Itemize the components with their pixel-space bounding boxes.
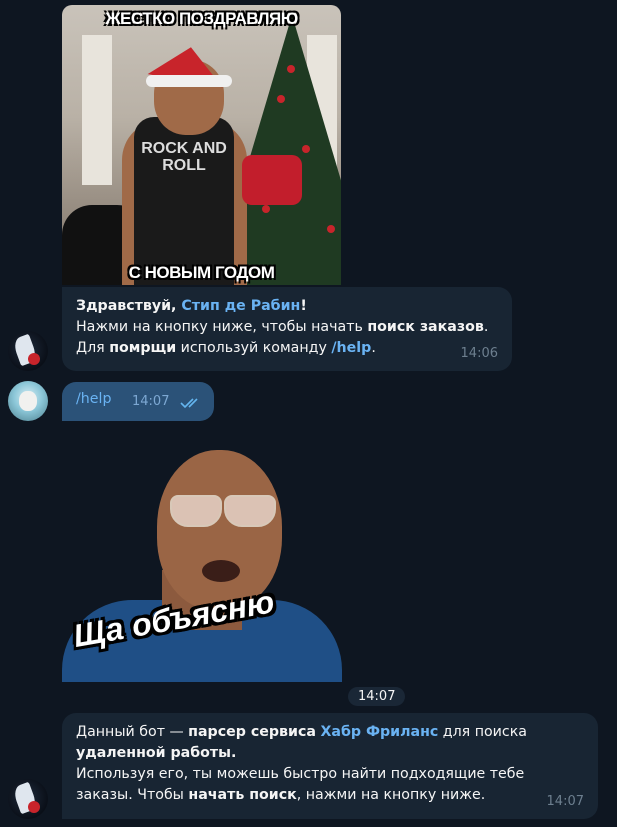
text-fragment: . (371, 340, 376, 356)
sunglasses (170, 495, 222, 527)
text-fragment: Для (76, 340, 110, 356)
avatar-graphic (28, 353, 40, 365)
message-time: 14:07 (546, 794, 584, 809)
bot-message-greeting[interactable]: Здравствуй, Стип де Рабин! Нажми на кноп… (62, 287, 512, 371)
bold-text: начать поиск (188, 787, 297, 803)
meme-caption-bottom: С НОВЫМ ГОДОМ (128, 263, 275, 282)
message-time: 14:07 (132, 394, 170, 409)
habr-freelance-link[interactable]: Хабр Фриланс (320, 724, 438, 740)
gift-wrap (242, 155, 302, 205)
double-check-icon (180, 398, 198, 409)
text-fragment: заказы. Чтобы (76, 787, 189, 803)
message-time: 14:06 (460, 346, 498, 361)
text-fragment: . (483, 319, 489, 335)
meme-caption-top: ЖЕСТКО ПОЗДРАВЛЯЮ (105, 9, 298, 28)
ornament (277, 95, 285, 103)
bot-avatar[interactable] (8, 779, 48, 819)
window-decoration (82, 35, 112, 185)
message-text: Здравствуй, Стип де Рабин! Нажми на кноп… (76, 296, 516, 359)
message-text[interactable]: /help (76, 391, 111, 407)
sunglasses (224, 495, 276, 527)
avatar-graphic (28, 801, 40, 813)
outgoing-message-help[interactable]: /help 14:07 (62, 382, 214, 421)
greeting-text: Здравствуй, (76, 298, 182, 314)
avatar-graphic (19, 391, 37, 411)
bold-text: удаленной работы. (76, 745, 237, 761)
ornament (287, 65, 295, 73)
message-text: Данный бот — парсер сервиса Хабр Фриланс… (76, 722, 592, 806)
help-command-link[interactable]: /help (331, 340, 371, 356)
ornament (327, 225, 335, 233)
user-mention-link[interactable]: Стип де Рабин (181, 298, 300, 314)
text-fragment: Используя его, ты можешь быстро найти по… (76, 766, 525, 782)
sticker-time: 14:07 (348, 687, 406, 706)
bold-text: парсер сервиса (188, 724, 316, 740)
ornament (302, 145, 310, 153)
bold-text: поиск заказов (367, 319, 484, 335)
bot-message-description[interactable]: Данный бот — парсер сервиса Хабр Фриланс… (62, 713, 598, 819)
shirt-text: ROCK AND ROLL (141, 140, 227, 174)
text-fragment: , нажми на кнопку ниже. (296, 787, 486, 803)
greeting-exclamation: ! (300, 298, 307, 314)
text-fragment: используй команду (176, 340, 332, 356)
meme-photo[interactable]: ROCK AND ROLL ЖЕСТКО ПОЗДРАВЛЯЮ С НОВЫМ … (62, 5, 341, 285)
sticker[interactable]: Ща объясню (62, 450, 342, 682)
user-avatar[interactable] (8, 381, 48, 421)
bot-avatar[interactable] (8, 331, 48, 371)
bold-text: помрщи (109, 340, 177, 356)
text-fragment: для поиска (438, 724, 527, 740)
text-fragment: Нажми на кнопку ниже, чтобы начать (76, 319, 368, 335)
santa-hat-brim (146, 75, 232, 87)
sticker-mouth (202, 560, 240, 582)
ornament (262, 205, 270, 213)
text-fragment: Данный бот — (76, 724, 189, 740)
